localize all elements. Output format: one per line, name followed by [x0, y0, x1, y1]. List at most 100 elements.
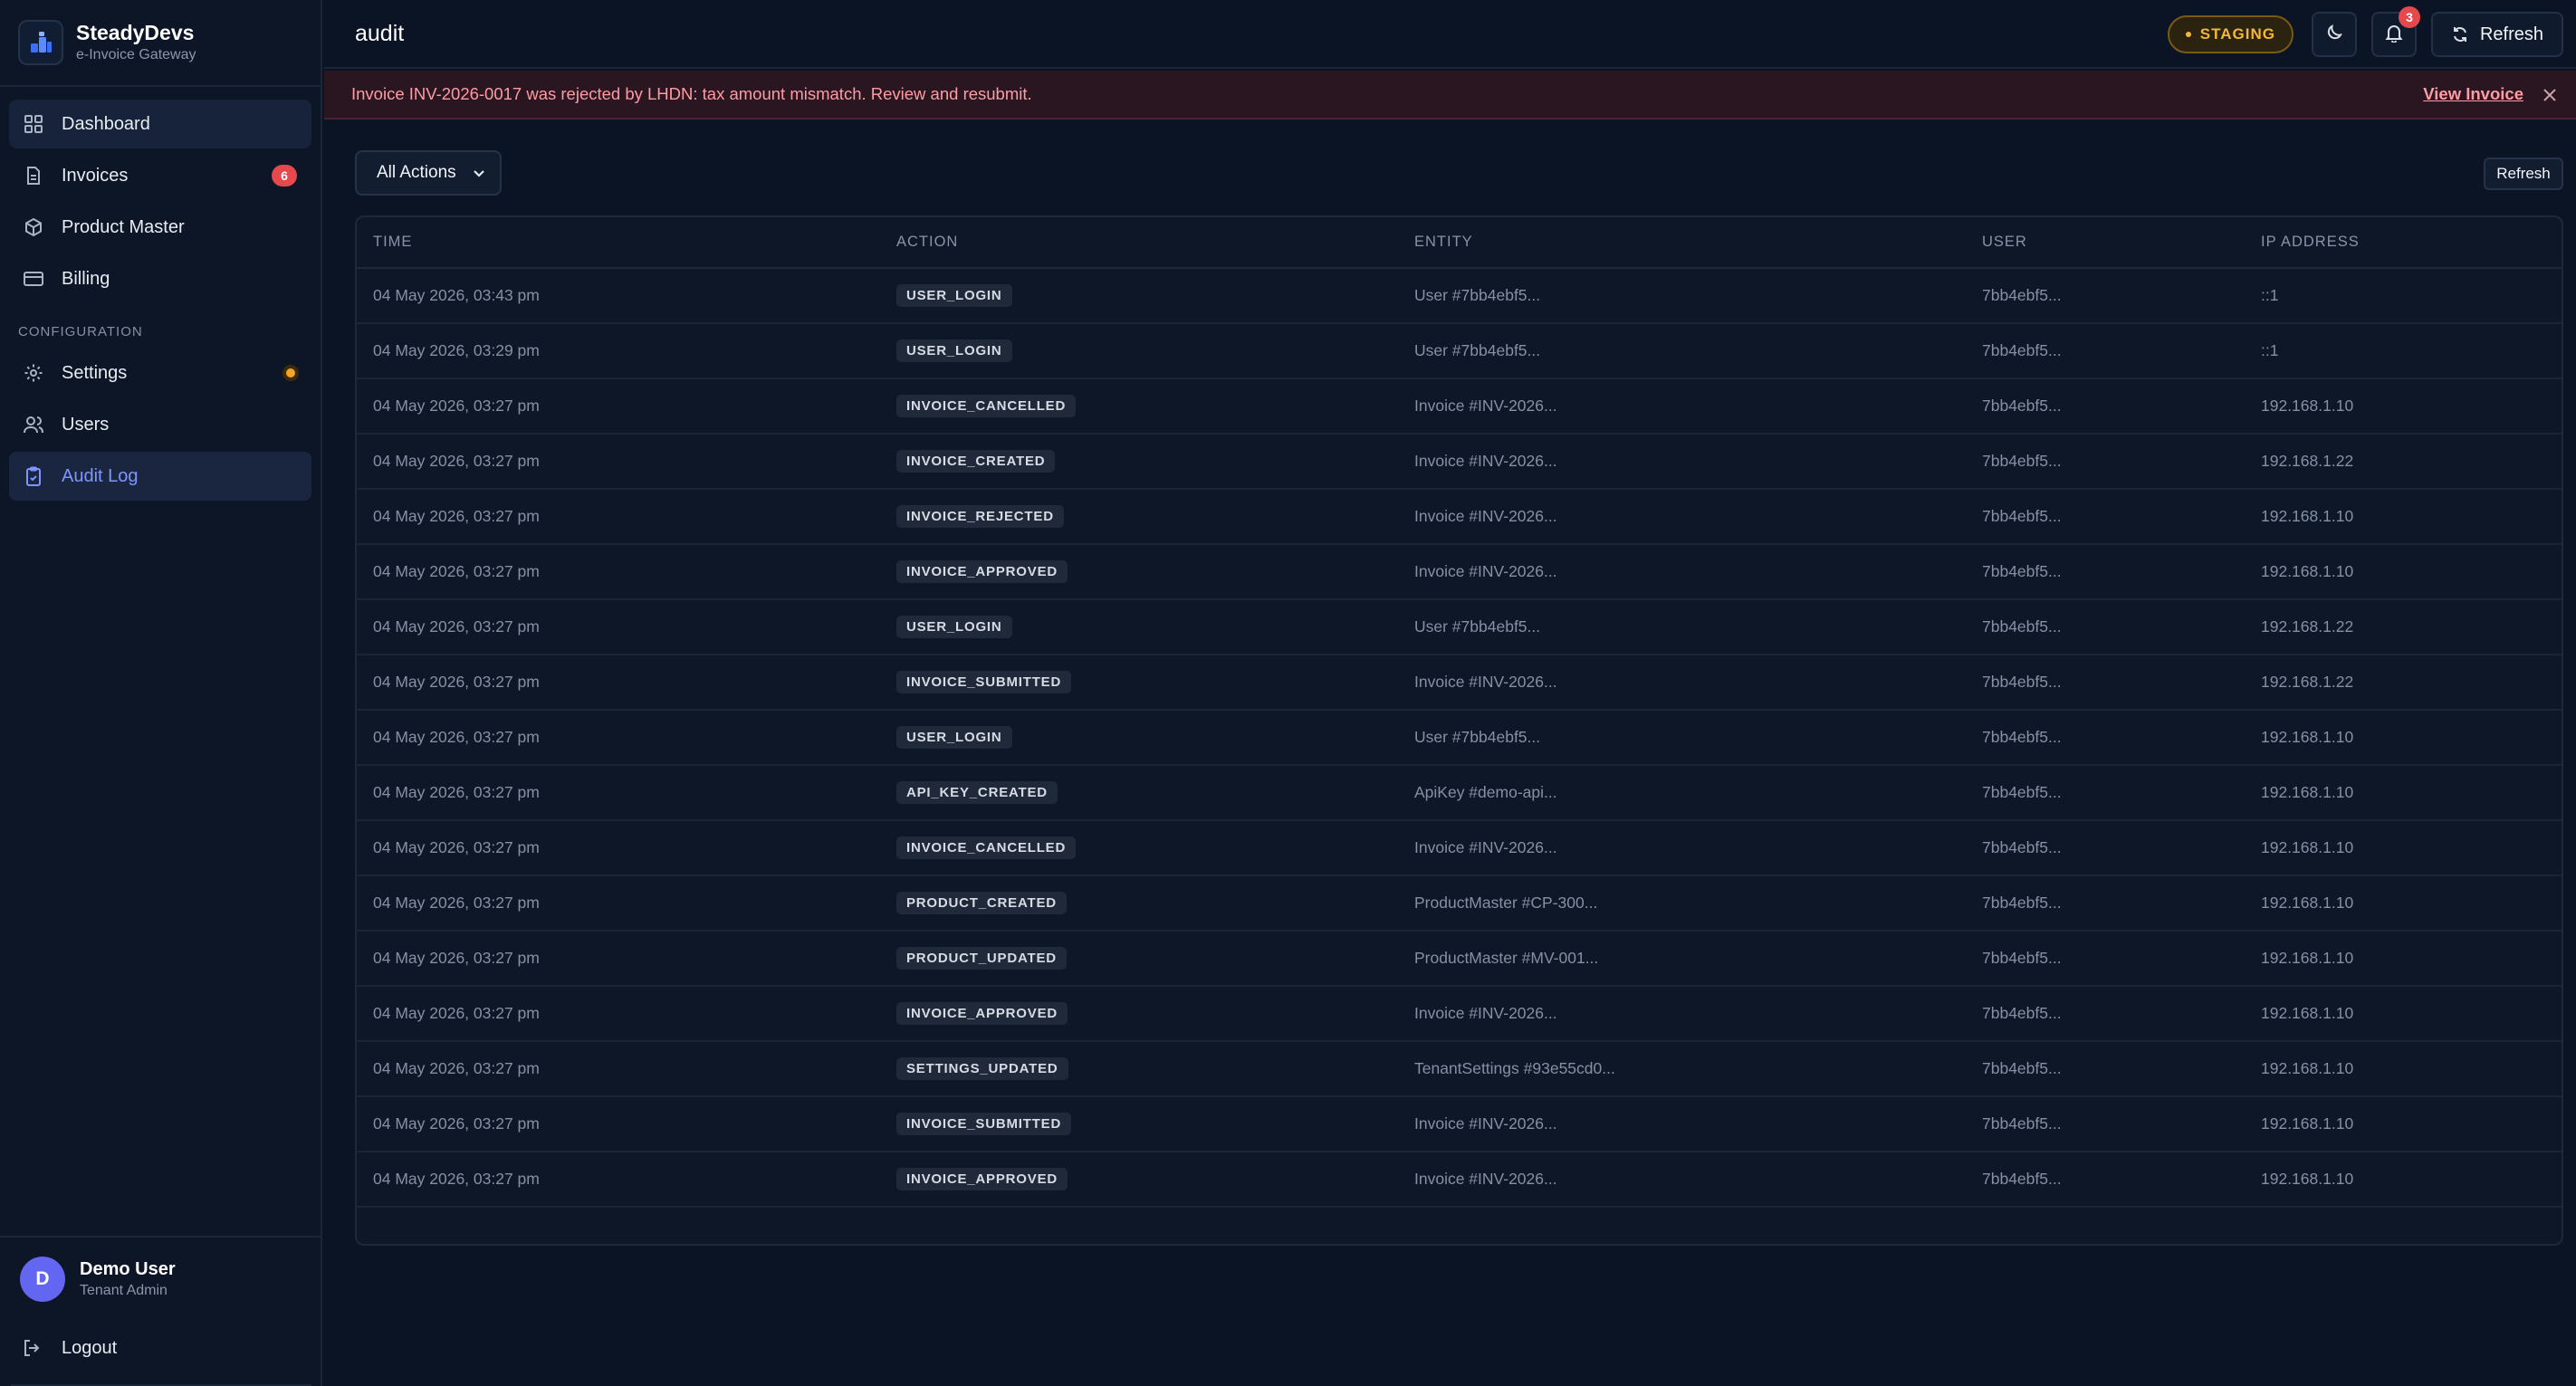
sidebar-item-audit-log[interactable]: Audit Log	[9, 452, 311, 501]
cell-ip-address: 192.168.1.22	[2261, 673, 2354, 691]
column-header-user[interactable]: USER	[1966, 217, 2245, 269]
action-filter-select[interactable]: All Actions	[355, 150, 502, 196]
table-row[interactable]: 04 May 2026, 03:43 pm USER_LOGIN User #7bb…	[357, 268, 2562, 323]
bell-icon	[2384, 23, 2404, 47]
action-badge: INVOICE_CANCELLED	[896, 836, 1077, 859]
table-row[interactable]: 04 May 2026, 03:27 pm INVOICE_REJECTED Inv…	[357, 489, 2562, 544]
sidebar-item-billing[interactable]: Billing	[9, 254, 311, 303]
cell-entity: Invoice #INV-2026...	[1414, 673, 1557, 691]
environment-label: STAGING	[2199, 25, 2275, 43]
cell-entity: Invoice #INV-2026...	[1414, 397, 1557, 415]
cell-entity: ProductMaster #MV-001...	[1414, 949, 1599, 967]
cell-time: 04 May 2026, 03:27 pm	[373, 562, 540, 580]
header-refresh-button[interactable]: Refresh	[2430, 12, 2563, 57]
cell-action: INVOICE_APPROVED	[880, 986, 1398, 1041]
sidebar-nav: Dashboard Invoices 6 Product Master Bill…	[0, 87, 321, 501]
table-row[interactable]: 04 May 2026, 03:27 pm INVOICE_SUBMITTED In…	[357, 1096, 2562, 1152]
environment-badge: STAGING	[2167, 15, 2294, 53]
cell-ip-address: 192.168.1.10	[2261, 1114, 2354, 1133]
table-row[interactable]: 04 May 2026, 03:27 pm INVOICE_CANCELLED In…	[357, 378, 2562, 434]
cell-ip-address: ::1	[2261, 341, 2279, 359]
logout-button[interactable]: Logout	[0, 1321, 322, 1375]
action-badge: USER_LOGIN	[896, 339, 1012, 362]
action-badge: INVOICE_SUBMITTED	[896, 671, 1072, 693]
cell-action: INVOICE_SUBMITTED	[880, 1096, 1398, 1152]
notification-count-badge: 3	[2398, 6, 2420, 28]
table-row[interactable]: 04 May 2026, 03:27 pm INVOICE_SUBMITTED In…	[357, 655, 2562, 710]
cell-action: INVOICE_SUBMITTED	[880, 655, 1398, 710]
column-header-ip-address[interactable]: IP ADDRESS	[2245, 217, 2562, 269]
cell-entity: User #7bb4ebf5...	[1414, 728, 1541, 746]
cell-ip-address: 192.168.1.22	[2261, 452, 2354, 470]
cell-time: 04 May 2026, 03:27 pm	[373, 673, 540, 691]
action-badge: INVOICE_SUBMITTED	[896, 1113, 1072, 1135]
cell-user: 7bb4ebf5...	[1982, 783, 2062, 801]
table-refresh-button[interactable]: Refresh	[2484, 158, 2563, 190]
cell-time: 04 May 2026, 03:29 pm	[373, 341, 540, 359]
brand[interactable]: SteadyDevs e-Invoice Gateway	[0, 0, 321, 87]
cell-ip-address: 192.168.1.22	[2261, 617, 2354, 636]
notifications-button[interactable]: 3	[2370, 6, 2420, 57]
action-badge: INVOICE_APPROVED	[896, 560, 1068, 583]
table-row[interactable]: 04 May 2026, 03:27 pm INVOICE_APPROVED Inv…	[357, 986, 2562, 1041]
table-row[interactable]: 04 May 2026, 03:27 pm INVOICE_CREATED Invo…	[357, 434, 2562, 489]
sidebar-item-label: Product Master	[62, 216, 185, 237]
column-header-action[interactable]: ACTION	[880, 217, 1398, 269]
user-name: Demo User	[80, 1259, 176, 1279]
table-row[interactable]: 04 May 2026, 03:27 pm USER_LOGIN User #7bb…	[357, 710, 2562, 765]
table-row[interactable]: 04 May 2026, 03:27 pm SETTINGS_UPDATED Ten…	[357, 1041, 2562, 1096]
cell-user: 7bb4ebf5...	[1982, 1170, 2062, 1188]
sidebar-item-label: Settings	[62, 362, 128, 383]
user-role: Tenant Admin	[80, 1283, 168, 1298]
user-profile[interactable]: D Demo User Tenant Admin	[0, 1236, 322, 1321]
chevron-down-icon	[471, 165, 487, 181]
cell-ip-address: 192.168.1.10	[2261, 783, 2354, 801]
cell-ip-address: 192.168.1.10	[2261, 507, 2354, 525]
logout-label: Logout	[62, 1337, 118, 1358]
table-row[interactable]: 04 May 2026, 03:27 pm INVOICE_APPROVED Inv…	[357, 1152, 2562, 1207]
column-header-entity[interactable]: ENTITY	[1398, 217, 1966, 269]
table-row[interactable]: 04 May 2026, 03:27 pm INVOICE_APPROVED Inv…	[357, 544, 2562, 599]
cell-time: 04 May 2026, 03:27 pm	[373, 838, 540, 856]
cell-time: 04 May 2026, 03:43 pm	[373, 286, 540, 304]
sidebar-item-label: Users	[62, 414, 110, 435]
view-invoice-link[interactable]: View Invoice	[2423, 84, 2523, 104]
cell-entity: Invoice #INV-2026...	[1414, 1170, 1557, 1188]
nav-section-configuration: CONFIGURATION	[18, 324, 143, 339]
cell-user: 7bb4ebf5...	[1982, 341, 2062, 359]
sidebar-item-label: Audit Log	[62, 465, 139, 486]
cell-action: INVOICE_APPROVED	[880, 1152, 1398, 1207]
refresh-label: Refresh	[2479, 24, 2543, 44]
close-icon[interactable]	[2540, 85, 2560, 105]
cell-time: 04 May 2026, 03:27 pm	[373, 1170, 540, 1188]
table-row[interactable]: 04 May 2026, 03:27 pm PRODUCT_CREATED Prod…	[357, 875, 2562, 931]
sidebar-item-dashboard[interactable]: Dashboard	[9, 100, 311, 148]
cell-user: 7bb4ebf5...	[1982, 1059, 2062, 1077]
alert-message: Invoice INV-2026-0017 was rejected by LH…	[351, 84, 1032, 103]
cell-ip-address: 192.168.1.10	[2261, 949, 2354, 967]
table-row[interactable]: 04 May 2026, 03:27 pm API_KEY_CREATED ApiK…	[357, 765, 2562, 820]
table-row[interactable]: 04 May 2026, 03:29 pm USER_LOGIN User #7bb…	[357, 323, 2562, 378]
theme-toggle-button[interactable]	[2311, 12, 2357, 57]
header-actions: STAGING 3 Refresh	[2167, 6, 2563, 57]
clipboard-icon	[22, 464, 45, 488]
table-row[interactable]: 04 May 2026, 03:27 pm PRODUCT_UPDATED Prod…	[357, 931, 2562, 986]
invoices-count-badge: 6	[272, 165, 297, 186]
table-row[interactable]: 04 May 2026, 03:27 pm INVOICE_CANCELLED In…	[357, 820, 2562, 875]
cell-action: USER_LOGIN	[880, 710, 1398, 765]
table-header-row: TIME ACTION ENTITY USER IP ADDRESS	[357, 217, 2562, 269]
column-header-time[interactable]: TIME	[357, 217, 880, 269]
cell-user: 7bb4ebf5...	[1982, 728, 2062, 746]
cell-time: 04 May 2026, 03:27 pm	[373, 617, 540, 636]
sidebar-item-invoices[interactable]: Invoices 6	[9, 151, 311, 200]
sidebar-item-settings[interactable]: Settings	[9, 349, 311, 397]
action-badge: INVOICE_CREATED	[896, 450, 1056, 473]
cell-time: 04 May 2026, 03:27 pm	[373, 949, 540, 967]
cell-action: SETTINGS_UPDATED	[880, 1041, 1398, 1096]
table-row[interactable]: 04 May 2026, 03:27 pm USER_LOGIN User #7bb…	[357, 599, 2562, 655]
sidebar-item-product-master[interactable]: Product Master	[9, 203, 311, 252]
cell-user: 7bb4ebf5...	[1982, 673, 2062, 691]
sidebar-item-users[interactable]: Users	[9, 400, 311, 449]
file-icon	[22, 164, 45, 187]
action-badge: API_KEY_CREATED	[896, 781, 1058, 804]
